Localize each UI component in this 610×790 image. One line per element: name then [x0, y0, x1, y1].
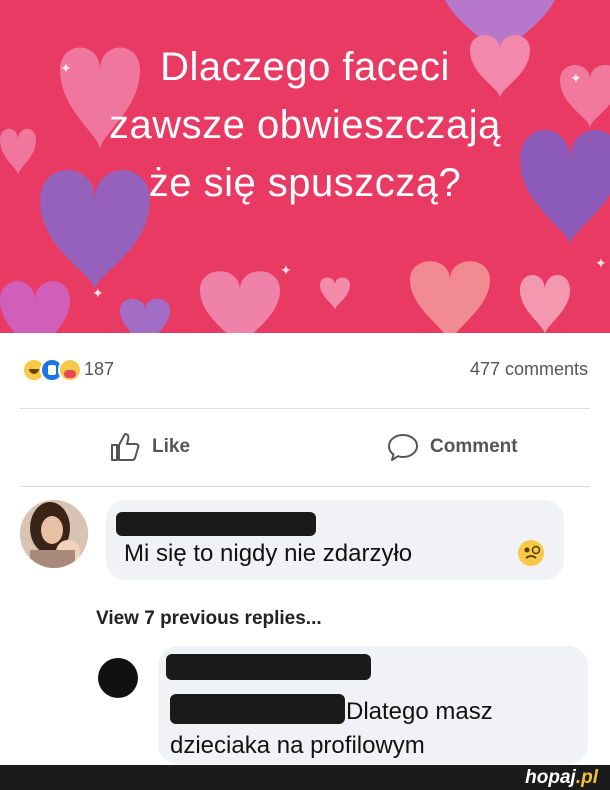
view-previous-replies-link[interactable]: View 7 previous replies... [96, 608, 322, 630]
speech-bubble-icon [388, 434, 418, 461]
avatar[interactable] [20, 500, 88, 568]
like-label: Like [152, 436, 191, 457]
post-actions: Like Comment [0, 410, 610, 485]
sparkle-icon: ✦ [92, 285, 104, 301]
post-stats: 187 477 comments [0, 333, 610, 408]
watermark-logo[interactable]: hopaj.pl [525, 767, 598, 789]
watermark-bar: hopaj.pl [0, 765, 610, 790]
reply-text-line-1: Dlatego masz [346, 698, 493, 725]
divider [20, 486, 590, 487]
comment: Mi się to nigdy nie zdarzyło [0, 490, 610, 590]
watermark-tld: .pl [575, 767, 598, 788]
avatar-photo [20, 500, 88, 568]
banner-title: Dlaczego faceci zawsze obwieszczają że s… [0, 38, 610, 212]
watermark-name: hopaj [525, 767, 576, 788]
grimace-emoji-icon [518, 540, 544, 566]
thumbs-up-icon [111, 433, 140, 461]
redacted-author-name [166, 654, 371, 680]
banner-title-line: że się spuszczą? [148, 161, 462, 205]
comment-button[interactable]: Comment [386, 430, 518, 464]
reply-comment: Dlatego masz dzieciaka na profilowym [0, 640, 610, 765]
sparkle-icon: ✦ [280, 262, 292, 278]
banner-title-line: Dlaczego faceci [160, 45, 450, 89]
comment-bubble[interactable]: Mi się to nigdy nie zdarzyło [106, 500, 564, 580]
reaction-count[interactable]: 187 [84, 359, 114, 380]
divider [20, 408, 590, 409]
banner-title-line: zawsze obwieszczają [109, 103, 501, 147]
reply-avatar[interactable] [98, 658, 138, 698]
like-button[interactable]: Like [108, 430, 190, 464]
sparkle-icon: ✦ [595, 255, 607, 271]
redacted-author-name [116, 512, 316, 536]
comment-count[interactable]: 477 comments [470, 359, 588, 380]
reply-text-line-2: dzieciaka na profilowym [170, 732, 425, 759]
comment-label: Comment [430, 436, 518, 457]
comment-text: Mi się to nigdy nie zdarzyło [124, 540, 413, 567]
care-reaction-icon [58, 358, 82, 382]
post-image-banner[interactable]: ✦ ✦ ✦ ✦ ✦ Dlaczego faceci zawsze obwiesz… [0, 0, 610, 333]
redacted-tagged-name [170, 694, 345, 724]
